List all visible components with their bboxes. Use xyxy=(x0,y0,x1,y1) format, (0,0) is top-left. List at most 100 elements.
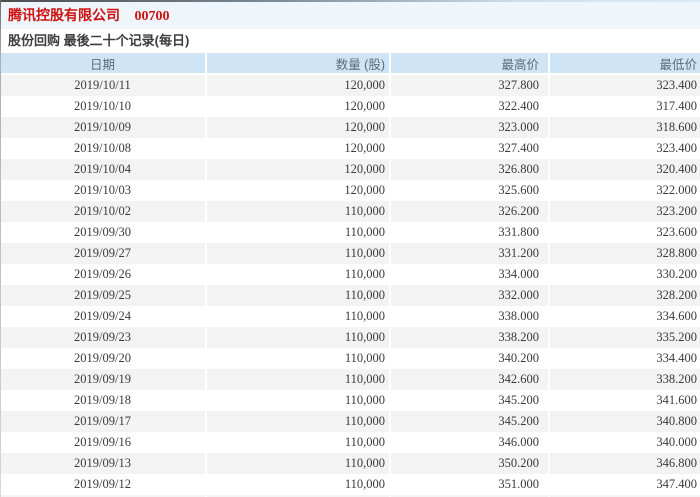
cell-high: 326.800 xyxy=(390,159,550,180)
cell-qty: 110,000 xyxy=(206,432,391,453)
cell-qty: 110,000 xyxy=(206,201,391,222)
cell-low: 334.600 xyxy=(549,306,700,327)
cell-date: 2019/10/09 xyxy=(0,117,207,138)
cell-low: 323.400 xyxy=(549,74,700,96)
cell-low: 323.600 xyxy=(549,222,700,243)
cell-qty: 110,000 xyxy=(206,390,391,411)
table-row: 2019/09/20 110,000 340.200 334.400 xyxy=(0,348,700,369)
cell-low: 338.200 xyxy=(549,369,700,390)
cell-qty: 110,000 xyxy=(206,306,391,327)
column-header-date: 日期 xyxy=(0,53,207,75)
cell-high: 346.000 xyxy=(390,432,550,453)
cell-low: 317.400 xyxy=(549,96,700,117)
cell-qty: 110,000 xyxy=(206,369,391,390)
table-row: 2019/09/25 110,000 332.000 328.200 xyxy=(0,285,700,306)
company-name: 腾讯控股有限公司 xyxy=(8,7,120,23)
cell-high: 345.200 xyxy=(390,390,550,411)
cell-qty: 110,000 xyxy=(206,222,391,243)
table-row: 2019/09/27 110,000 331.200 328.800 xyxy=(0,243,700,264)
page-subtitle: 股份回购 最後二十个记录(每日) xyxy=(8,33,190,48)
cell-low: 334.400 xyxy=(549,348,700,369)
cell-qty: 110,000 xyxy=(206,285,391,306)
cell-date: 2019/09/12 xyxy=(0,474,207,495)
cell-date: 2019/09/24 xyxy=(0,306,207,327)
cell-low: 318.600 xyxy=(549,117,700,138)
table-row: 2019/09/23 110,000 338.200 335.200 xyxy=(0,327,700,348)
cell-date: 2019/09/30 xyxy=(0,222,207,243)
table-row: 2019/10/03 120,000 325.600 322.000 xyxy=(0,180,700,201)
table-row: 2019/09/30 110,000 331.800 323.600 xyxy=(0,222,700,243)
cell-low: 347.400 xyxy=(549,474,700,495)
cell-low: 346.800 xyxy=(549,453,700,474)
column-header-quantity: 数量 (股) xyxy=(206,53,391,75)
cell-low: 330.200 xyxy=(549,264,700,285)
cell-date: 2019/10/08 xyxy=(0,138,207,159)
table-row: 2019/09/26 110,000 334.000 330.200 xyxy=(0,264,700,285)
cell-high: 345.200 xyxy=(390,411,550,432)
table-row: 2019/10/02 110,000 326.200 323.200 xyxy=(0,201,700,222)
table-row: 2019/10/09 120,000 323.000 318.600 xyxy=(0,117,700,138)
cell-low: 323.400 xyxy=(549,138,700,159)
cell-date: 2019/09/19 xyxy=(0,369,207,390)
cell-date: 2019/10/03 xyxy=(0,180,207,201)
cell-low: 341.600 xyxy=(549,390,700,411)
cell-qty: 120,000 xyxy=(206,138,391,159)
cell-date: 2019/10/10 xyxy=(0,96,207,117)
cell-date: 2019/09/17 xyxy=(0,411,207,432)
cell-date: 2019/10/04 xyxy=(0,159,207,180)
buyback-table: 日期 数量 (股) 最高价 最低价 2019/10/11 120,000 327.8… xyxy=(0,53,700,497)
cell-date: 2019/09/26 xyxy=(0,264,207,285)
buyback-table-body: 2019/10/11 120,000 327.800 323.400 2019/10/1… xyxy=(0,74,700,497)
cell-date: 2019/09/18 xyxy=(0,390,207,411)
table-row: 2019/10/08 120,000 327.400 323.400 xyxy=(0,138,700,159)
buyback-records-page: 腾讯控股有限公司 00700 股份回购 最後二十个记录(每日) 日期 数量 (股… xyxy=(0,0,700,497)
table-row: 2019/09/24 110,000 338.000 334.600 xyxy=(0,306,700,327)
cell-date: 2019/09/25 xyxy=(0,285,207,306)
table-row: 2019/10/10 120,000 322.400 317.400 xyxy=(0,96,700,117)
cell-qty: 120,000 xyxy=(206,74,391,96)
stock-code: 00700 xyxy=(134,9,170,24)
cell-date: 2019/09/27 xyxy=(0,243,207,264)
cell-high: 350.200 xyxy=(390,453,550,474)
cell-qty: 120,000 xyxy=(206,180,391,201)
column-header-low-price: 最低价 xyxy=(549,53,700,75)
cell-low: 328.200 xyxy=(549,285,700,306)
cell-high: 342.600 xyxy=(390,369,550,390)
cell-low: 323.200 xyxy=(549,201,700,222)
cell-high: 334.000 xyxy=(390,264,550,285)
cell-date: 2019/10/11 xyxy=(0,74,207,96)
table-row: 2019/09/16 110,000 346.000 340.000 xyxy=(0,432,700,453)
table-row: 2019/09/13 110,000 350.200 346.800 xyxy=(0,453,700,474)
cell-low: 340.000 xyxy=(549,432,700,453)
cell-low: 322.000 xyxy=(549,180,700,201)
cell-high: 323.000 xyxy=(390,117,550,138)
table-header-row: 日期 数量 (股) 最高价 最低价 xyxy=(0,53,700,75)
cell-high: 351.000 xyxy=(390,474,550,495)
cell-high: 338.200 xyxy=(390,327,550,348)
cell-qty: 110,000 xyxy=(206,453,391,474)
cell-high: 322.400 xyxy=(390,96,550,117)
table-row: 2019/09/17 110,000 345.200 340.800 xyxy=(0,411,700,432)
cell-high: 326.200 xyxy=(390,201,550,222)
cell-high: 331.800 xyxy=(390,222,550,243)
cell-high: 327.800 xyxy=(390,74,550,96)
column-header-high-price: 最高价 xyxy=(390,53,550,75)
table-row: 2019/09/19 110,000 342.600 338.200 xyxy=(0,369,700,390)
cell-low: 340.800 xyxy=(549,411,700,432)
cell-qty: 120,000 xyxy=(206,117,391,138)
cell-high: 340.200 xyxy=(390,348,550,369)
table-row: 2019/10/11 120,000 327.800 323.400 xyxy=(0,74,700,96)
cell-high: 332.000 xyxy=(390,285,550,306)
cell-qty: 110,000 xyxy=(206,348,391,369)
cell-date: 2019/09/23 xyxy=(0,327,207,348)
table-row: 2019/09/12 110,000 351.000 347.400 xyxy=(0,474,700,495)
cell-low: 335.200 xyxy=(549,327,700,348)
cell-low: 320.400 xyxy=(549,159,700,180)
cell-qty: 110,000 xyxy=(206,474,391,495)
cell-high: 331.200 xyxy=(390,243,550,264)
cell-high: 327.400 xyxy=(390,138,550,159)
cell-qty: 110,000 xyxy=(206,411,391,432)
cell-qty: 120,000 xyxy=(206,96,391,117)
cell-qty: 110,000 xyxy=(206,264,391,285)
cell-qty: 110,000 xyxy=(206,243,391,264)
